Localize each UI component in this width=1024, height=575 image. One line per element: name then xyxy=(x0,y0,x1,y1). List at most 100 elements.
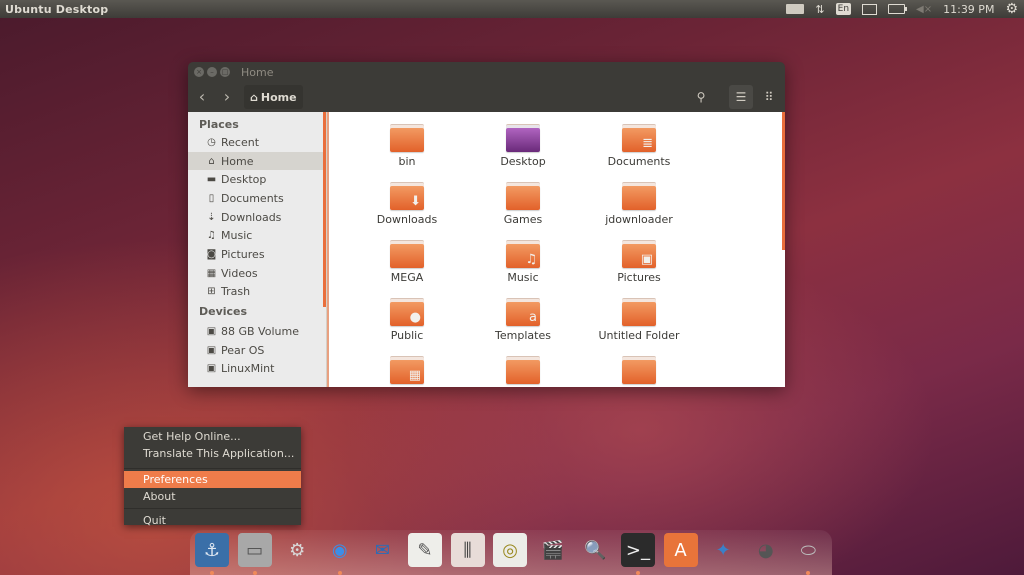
dock-thunderbird[interactable]: ✉ xyxy=(365,533,399,567)
device-item-88-gb-volume[interactable]: ▣ 88 GB Volume xyxy=(188,322,326,341)
clock[interactable]: 11:39 PM xyxy=(943,3,994,16)
sidebar-item-music[interactable]: ♫ Music xyxy=(188,226,326,245)
menu-separator xyxy=(124,468,301,469)
dock-software-center[interactable]: A xyxy=(663,533,698,567)
sidebar-scrollbar[interactable] xyxy=(323,112,326,307)
home-icon: ⌂ xyxy=(208,155,215,167)
dock-video-editor[interactable]: 🎬 xyxy=(536,533,570,567)
dock-speaker[interactable]: ◎ xyxy=(493,533,528,567)
forward-button[interactable]: › xyxy=(216,86,238,108)
folder-emblem-icon: ● xyxy=(409,310,421,325)
sidebar-item-recent[interactable]: ◷ Recent xyxy=(188,133,326,152)
chrome-icon: ◉ xyxy=(331,539,348,561)
list-view-button[interactable]: ☰ xyxy=(729,85,753,109)
device-item-linuxmint[interactable]: ▣ LinuxMint xyxy=(188,360,326,379)
file-view-scrollbar[interactable] xyxy=(782,112,785,250)
file-item[interactable]: ▦ xyxy=(349,354,465,387)
file-item[interactable]: a Templates xyxy=(465,296,581,354)
dock-text-editor[interactable]: ✎ xyxy=(407,533,442,567)
language-indicator[interactable]: En xyxy=(835,3,852,15)
file-item[interactable]: jdownloader xyxy=(581,180,697,238)
dock-blue-swirl-app[interactable]: ✦ xyxy=(706,533,740,567)
menu-item-preferences[interactable]: Preferences xyxy=(124,471,301,488)
menu-item-translate-this-application[interactable]: Translate This Application... xyxy=(124,445,301,462)
file-item[interactable]: Desktop xyxy=(465,122,581,180)
file-item[interactable]: ● Public xyxy=(349,296,465,354)
file-item[interactable]: Untitled Folder xyxy=(581,296,697,354)
sidebar-item-label: Music xyxy=(221,229,253,243)
gear-icon[interactable]: ⚙ xyxy=(1005,1,1018,17)
file-item[interactable]: Games xyxy=(465,180,581,238)
sidebar-item-videos[interactable]: ▦ Videos xyxy=(188,264,326,283)
path-home-button[interactable]: ⌂ Home xyxy=(244,85,303,109)
folder-body xyxy=(506,128,540,152)
file-cabinet-icon: ▭ xyxy=(246,539,264,561)
dock-image-viewer[interactable]: 🔍 xyxy=(578,533,612,567)
sidebar: Places ◷ Recent ⌂ Home ▬ Desktop ▯ Documents ⇣ Do… xyxy=(188,112,327,387)
dock-anchor-app[interactable]: ⚓ xyxy=(195,533,229,575)
sidebar-item-label: 88 GB Volume xyxy=(221,325,299,339)
search-button[interactable]: ⚲ xyxy=(689,85,713,109)
sidebar-item-home[interactable]: ⌂ Home xyxy=(188,151,326,171)
maximize-button[interactable]: □ xyxy=(220,67,230,77)
file-item[interactable]: MEGA xyxy=(349,238,465,296)
sidebar-item-label: Desktop xyxy=(221,173,267,187)
battery-icon[interactable] xyxy=(888,4,908,14)
file-item[interactable]: ▣ Pictures xyxy=(581,238,697,296)
menu-item-about[interactable]: About xyxy=(124,488,301,505)
file-name: Templates xyxy=(495,329,551,342)
grid-icon: ⠿ xyxy=(764,90,774,104)
sidebar-item-desktop[interactable]: ▬ Desktop xyxy=(188,170,326,189)
indicator-area: ⇅ En ◀× 11:39 PM ⚙ xyxy=(786,0,1018,18)
file-item[interactable] xyxy=(581,354,697,387)
folder-icon xyxy=(506,182,540,210)
close-button[interactable]: × xyxy=(194,67,204,77)
sidebar-item-documents[interactable]: ▯ Documents xyxy=(188,189,326,208)
dock-chrome[interactable]: ◉ xyxy=(323,533,357,575)
anchor-app-icon: ⚓ xyxy=(203,539,221,561)
system-settings-icon: ⚙ xyxy=(289,539,306,561)
menu-separator xyxy=(124,508,301,509)
network-transfer-icon[interactable]: ⇅ xyxy=(815,3,824,16)
devices-header: Devices xyxy=(199,305,248,319)
file-item[interactable]: ≣ Documents xyxy=(581,122,697,180)
folder-icon: a xyxy=(506,298,540,326)
minimize-button[interactable]: – xyxy=(207,67,217,77)
menu-item-quit[interactable]: Quit xyxy=(124,512,301,529)
folder-body xyxy=(506,360,540,384)
dock-backup-roller[interactable]: ⬭ xyxy=(791,533,825,575)
dock-terminal[interactable]: >_ xyxy=(620,533,655,575)
image-viewer-icon: 🔍 xyxy=(584,539,607,561)
file-name: Untitled Folder xyxy=(598,329,680,342)
grid-view-button[interactable]: ⠿ xyxy=(757,85,781,109)
folder-body xyxy=(622,186,656,210)
sidebar-item-downloads[interactable]: ⇣ Downloads xyxy=(188,208,326,227)
dock-icons: ⚓ ▭ ⚙ ◉ ✉ ✎ ⫼ ◎ 🎬 🔍 >_ A ✦ ◕ ⬭ xyxy=(195,533,825,575)
file-item[interactable]: bin xyxy=(349,122,465,180)
title-bar[interactable]: × – □ Home xyxy=(188,62,785,82)
sidebar-item-trash[interactable]: ⊞ Trash xyxy=(188,283,326,302)
folder-emblem-icon: ⬇ xyxy=(410,194,421,209)
mail-icon[interactable] xyxy=(862,3,878,15)
file-item[interactable]: ⬇ Downloads xyxy=(349,180,465,238)
file-grid: bin Desktop ≣ Documents ⬇ Downloads Games jdown… xyxy=(349,122,697,387)
file-item[interactable] xyxy=(465,354,581,387)
running-indicator xyxy=(210,571,214,575)
keyboard-icon[interactable] xyxy=(786,4,805,14)
volume-muted-icon[interactable]: ◀× xyxy=(916,4,932,15)
terminal-icon: >_ xyxy=(625,539,650,561)
file-item[interactable]: ♫ Music xyxy=(465,238,581,296)
dock-mixer[interactable]: ⫼ xyxy=(450,533,485,567)
device-item-pear-os[interactable]: ▣ Pear OS xyxy=(188,341,326,360)
back-button[interactable]: ‹ xyxy=(191,86,213,108)
dock-file-cabinet[interactable]: ▭ xyxy=(237,533,272,575)
dock-gimp[interactable]: ◕ xyxy=(749,533,783,567)
sidebar-item-pictures[interactable]: ◙ Pictures xyxy=(188,245,326,264)
folder-emblem-icon: ≣ xyxy=(642,136,653,151)
recent-icon: ◷ xyxy=(207,136,216,148)
folder-icon xyxy=(622,298,656,326)
folder-icon: ⬇ xyxy=(390,182,424,210)
dock-system-settings[interactable]: ⚙ xyxy=(280,533,314,567)
top-panel: Ubuntu Desktop ⇅ En ◀× 11:39 PM ⚙ xyxy=(0,0,1024,18)
menu-item-get-help-online[interactable]: Get Help Online... xyxy=(124,428,301,445)
